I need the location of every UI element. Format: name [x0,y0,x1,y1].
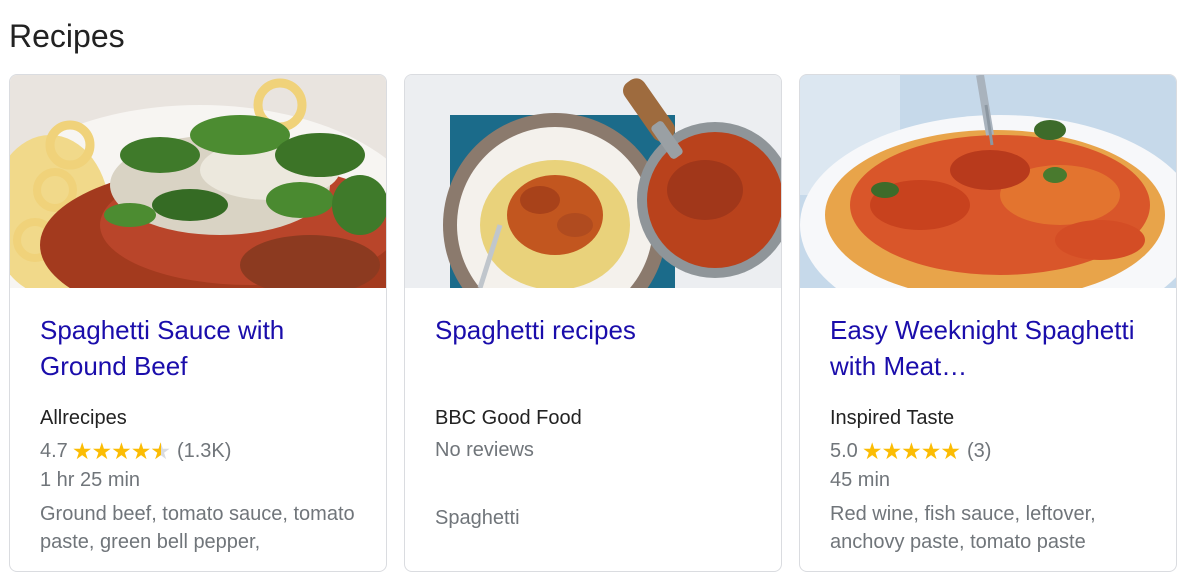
recipe-card[interactable]: Easy Weeknight Spaghetti with Meat… Insp… [799,74,1177,572]
recipe-title-link[interactable]: Easy Weeknight Spaghetti with Meat… [830,312,1146,384]
recipe-title-link[interactable]: Spaghetti recipes [435,312,751,384]
cook-time: 45 min [830,469,891,491]
rating-value: 4.7 [40,440,68,462]
ingredients: Spaghetti [435,507,520,529]
star-icon: ★ [861,438,883,464]
spaghetti-bowl-photo [405,75,781,288]
star-icon: ★ [920,438,942,464]
review-count: (1.3K) [176,440,232,462]
rating-stars: ★ ★ ★ ★ ★ [861,436,961,466]
star-icon: ★ [111,438,132,464]
section-title: Recipes [9,18,125,54]
no-reviews-label: No reviews [435,439,534,461]
recipe-source: Allrecipes [40,407,127,429]
review-count: (3) [966,440,992,462]
star-icon: ★ [901,438,922,464]
star-icon: ★ [71,438,93,464]
cook-time: 1 hr 25 min [40,469,141,491]
ingredients: Ground beef, tomato sauce, tomato paste,… [40,503,355,553]
star-icon: ★ [91,438,112,464]
ingredients: Red wine, fish sauce, leftover, anchovy … [830,503,1096,553]
rating-value: 5.0 [830,440,858,462]
star-icon: ★ [881,438,902,464]
recipe-card[interactable]: Spaghetti recipes BBC Good Food No revie… [404,74,782,572]
recipe-source: BBC Good Food [435,407,582,429]
recipe-source: Inspired Taste [830,407,955,429]
recipe-image[interactable] [10,75,386,288]
rating-stars: ★ ★ ★ ★ ★★ [71,436,171,466]
star-icon: ★ [130,438,152,464]
spaghetti-sauce-photo [10,75,386,288]
rating-row: 5.0 ★ ★ ★ ★ ★ (3) [830,436,1146,466]
star-half-icon: ★★ [150,438,171,464]
star-icon: ★ [940,438,961,464]
recipe-title-link[interactable]: Spaghetti Sauce with Ground Beef [40,312,356,384]
recipe-image[interactable] [800,75,1176,288]
recipe-carousel: Spaghetti Sauce with Ground Beef Allreci… [9,74,1177,572]
recipe-card[interactable]: Spaghetti Sauce with Ground Beef Allreci… [9,74,387,572]
rating-row: 4.7 ★ ★ ★ ★ ★★ (1.3K) [40,436,356,466]
spaghetti-meat-photo [800,75,1176,288]
recipe-image[interactable] [405,75,781,288]
